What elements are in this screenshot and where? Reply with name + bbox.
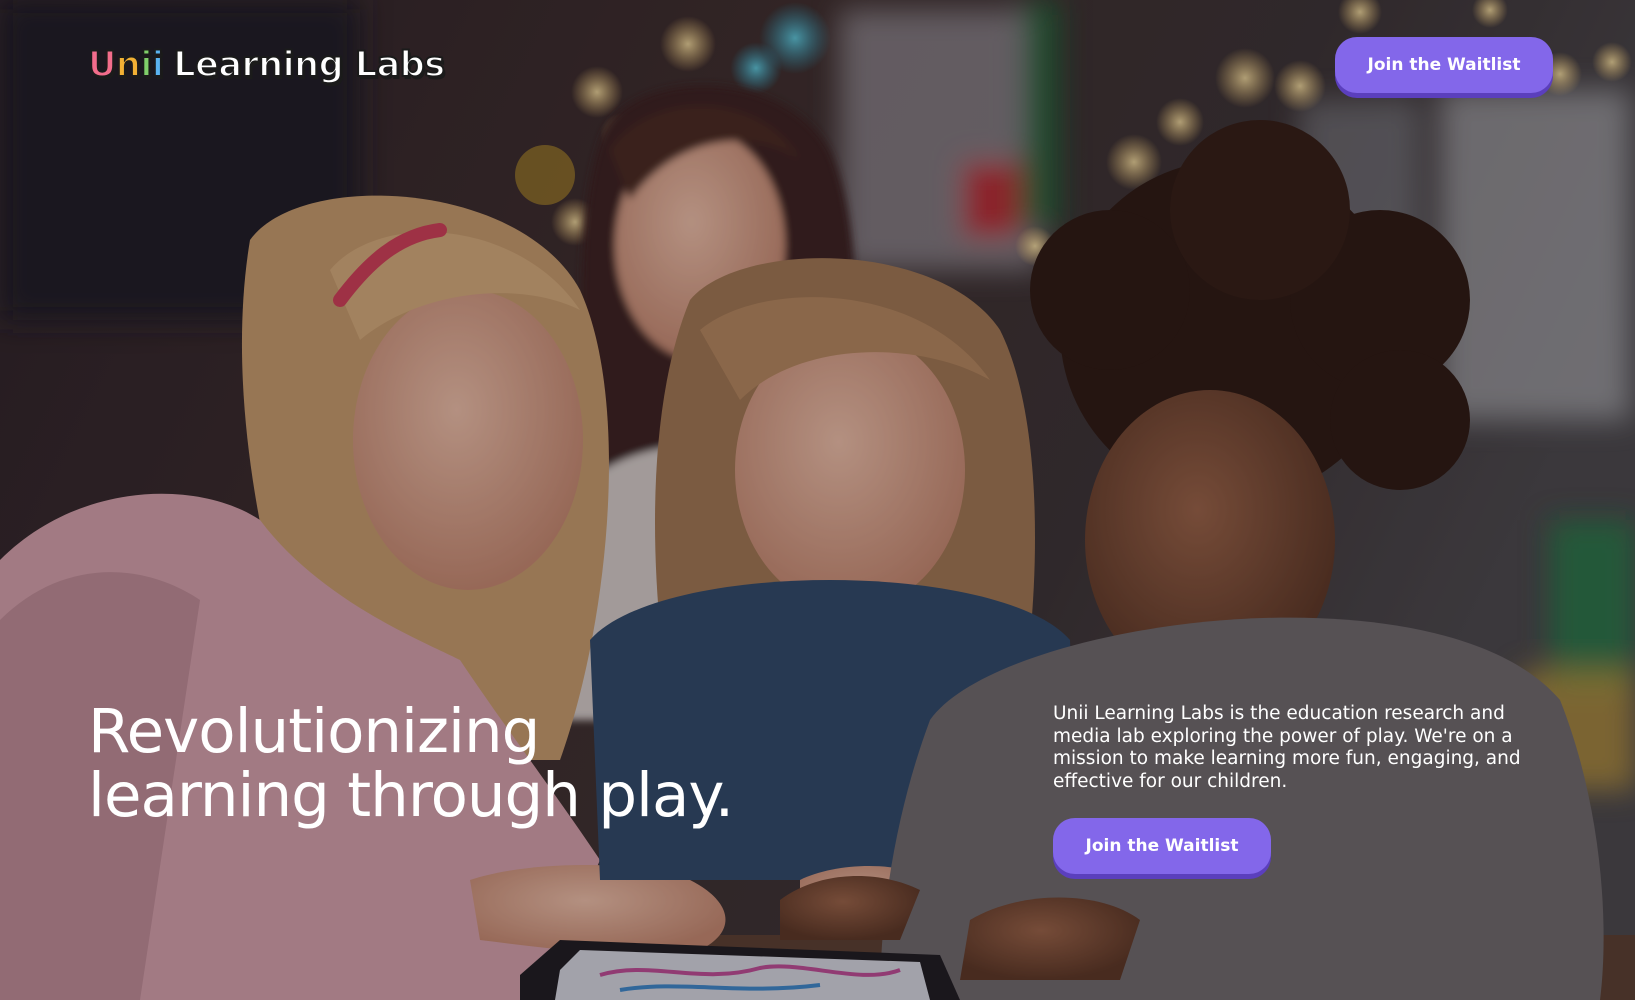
join-waitlist-hero-button[interactable]: Join the Waitlist [1053,818,1271,874]
logo[interactable]: U n i i Learning Labs [87,40,446,90]
hero-headline-line1: Revolutionizing [88,696,540,767]
hero-overlay [0,0,1635,1000]
hero-description: Unii Learning Labs is the education rese… [1053,703,1521,792]
hero-headline-line2: learning through play. [88,760,734,831]
logo-wordmark: Learning Labs [172,44,446,86]
logo-letter: i [139,44,153,86]
logo-letter: n [115,44,142,86]
hero-headline: Revolutionizing learning through play. [88,700,808,828]
hero-background-photo [0,0,1635,1000]
logo-letter: U [87,44,117,86]
logo-letter: i [151,44,165,86]
join-waitlist-header-button[interactable]: Join the Waitlist [1335,37,1553,93]
